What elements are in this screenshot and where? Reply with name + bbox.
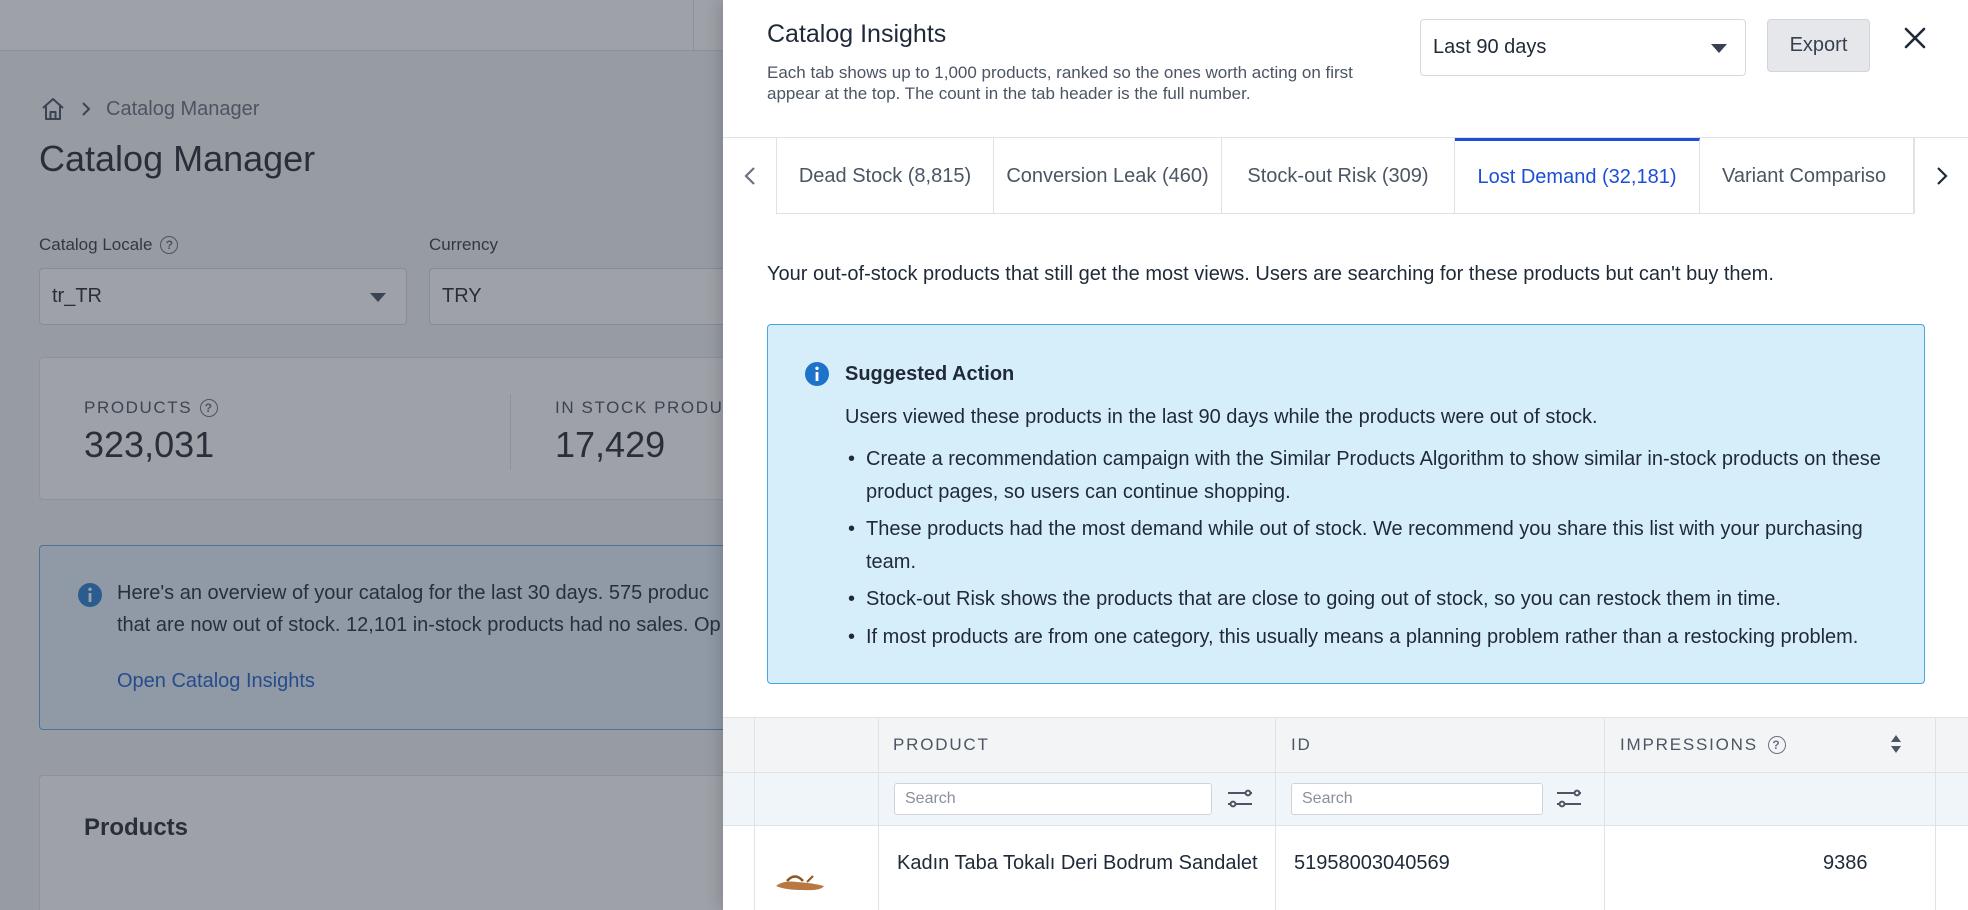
id-search-input[interactable] (1291, 783, 1543, 815)
caret-down-icon (1711, 44, 1727, 53)
filter-icon[interactable] (1555, 787, 1583, 816)
tab-conversion-leak[interactable]: Conversion Leak (460) (994, 138, 1222, 214)
column-header-id[interactable]: ID (1291, 735, 1312, 755)
list-item: Create a recommendation campaign with th… (845, 443, 1915, 508)
suggested-action-list: Create a recommendation campaign with th… (845, 443, 1915, 658)
cell-impressions: 9386 (1823, 852, 1868, 874)
list-item: Stock-out Risk shows the products that a… (845, 583, 1915, 616)
product-thumbnail (773, 870, 827, 899)
export-button[interactable]: Export (1767, 19, 1870, 72)
chevron-right-icon[interactable] (1914, 138, 1968, 214)
info-icon (804, 361, 830, 392)
table-row[interactable]: Kadın Taba Tokalı Deri Bodrum Sandalet 5… (723, 826, 1968, 910)
products-table: PRODUCT ID IMPRESSIONS ? Kadın (723, 717, 1968, 910)
list-item: These products had the most demand while… (845, 513, 1915, 578)
filter-icon[interactable] (1226, 787, 1254, 816)
suggested-action-box: Suggested Action Users viewed these prod… (767, 324, 1925, 684)
tab-stock-out-risk[interactable]: Stock-out Risk (309) (1222, 138, 1455, 214)
tab-lost-demand[interactable]: Lost Demand (32,181) (1455, 138, 1700, 214)
table-filter-row (723, 773, 1968, 826)
table-header-row: PRODUCT ID IMPRESSIONS ? (723, 717, 1968, 773)
catalog-insights-drawer: Catalog Insights Each tab shows up to 1,… (723, 0, 1968, 910)
suggested-action-title: Suggested Action (845, 363, 1015, 385)
cell-product: Kadın Taba Tokalı Deri Bodrum Sandalet (897, 852, 1258, 874)
tab-description: Your out-of-stock products that still ge… (767, 263, 1774, 285)
drawer-title: Catalog Insights (767, 20, 947, 48)
list-item: If most products are from one category, … (845, 621, 1915, 654)
tabs-bar: Dead Stock (8,815) Conversion Leak (460)… (723, 137, 1968, 214)
drawer-subtitle: Each tab shows up to 1,000 products, ran… (767, 63, 1353, 103)
cell-id: 51958003040569 (1294, 852, 1450, 874)
tab-dead-stock[interactable]: Dead Stock (8,815) (777, 138, 994, 214)
sort-icon[interactable] (1889, 733, 1903, 760)
tab-variant-comparison[interactable]: Variant Compariso (1700, 138, 1914, 214)
help-icon[interactable]: ? (1767, 736, 1786, 754)
close-icon[interactable] (1895, 18, 1935, 58)
column-header-product[interactable]: PRODUCT (893, 735, 990, 755)
column-header-impressions[interactable]: IMPRESSIONS ? (1620, 735, 1786, 755)
date-range-select[interactable]: Last 90 days (1420, 19, 1746, 76)
suggested-action-lead: Users viewed these products in the last … (845, 406, 1598, 428)
product-search-input[interactable] (894, 783, 1212, 815)
chevron-left-icon[interactable] (723, 138, 777, 214)
